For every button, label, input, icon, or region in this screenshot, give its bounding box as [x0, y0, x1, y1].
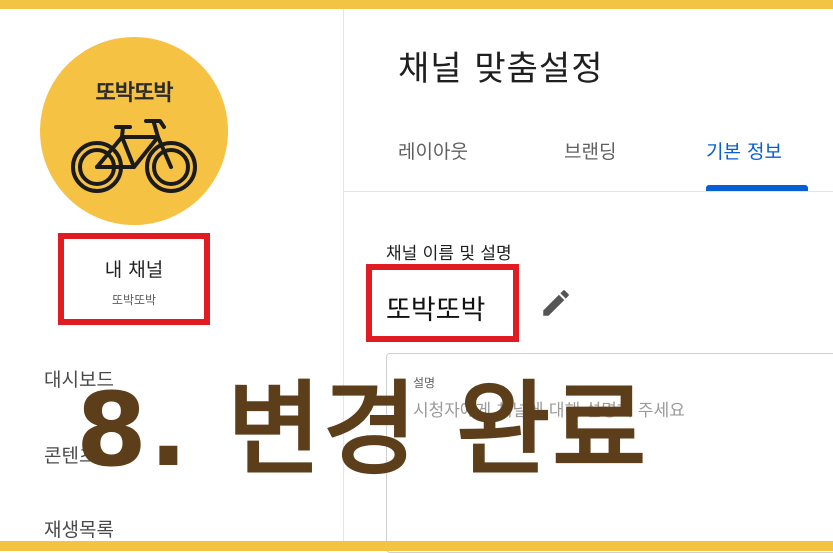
my-channel-label[interactable]: 내 채널 [64, 255, 204, 282]
avatar-logo-text: 또박또박 [95, 81, 174, 106]
tab-branding[interactable]: 브랜딩 [564, 137, 616, 164]
my-channel-highlight: 내 채널 또박또박 [58, 233, 210, 325]
active-tab-indicator [706, 185, 808, 191]
bottom-border [0, 541, 833, 551]
top-border [0, 0, 833, 9]
my-channel-name: 또박또박 [111, 293, 157, 307]
page-title: 채널 맞춤설정 [398, 49, 604, 89]
channel-avatar[interactable]: 또박또박 [40, 37, 228, 225]
tab-basic-info[interactable]: 기본 정보 [706, 137, 782, 164]
channel-name-field[interactable]: 또박또박 [386, 288, 485, 327]
nav-item-playlists[interactable]: 재생목록 [44, 515, 114, 542]
pencil-icon[interactable] [539, 286, 573, 320]
channel-name-section-label: 채널 이름 및 설명 [386, 244, 512, 264]
tab-bar: 레이아웃 브랜딩 기본 정보 [344, 119, 833, 192]
tab-layout[interactable]: 레이아웃 [398, 137, 468, 164]
step-caption: 8. 변경 완료 [76, 371, 649, 490]
bicycle-icon [71, 119, 197, 193]
channel-name-highlight: 또박또박 [366, 264, 519, 342]
